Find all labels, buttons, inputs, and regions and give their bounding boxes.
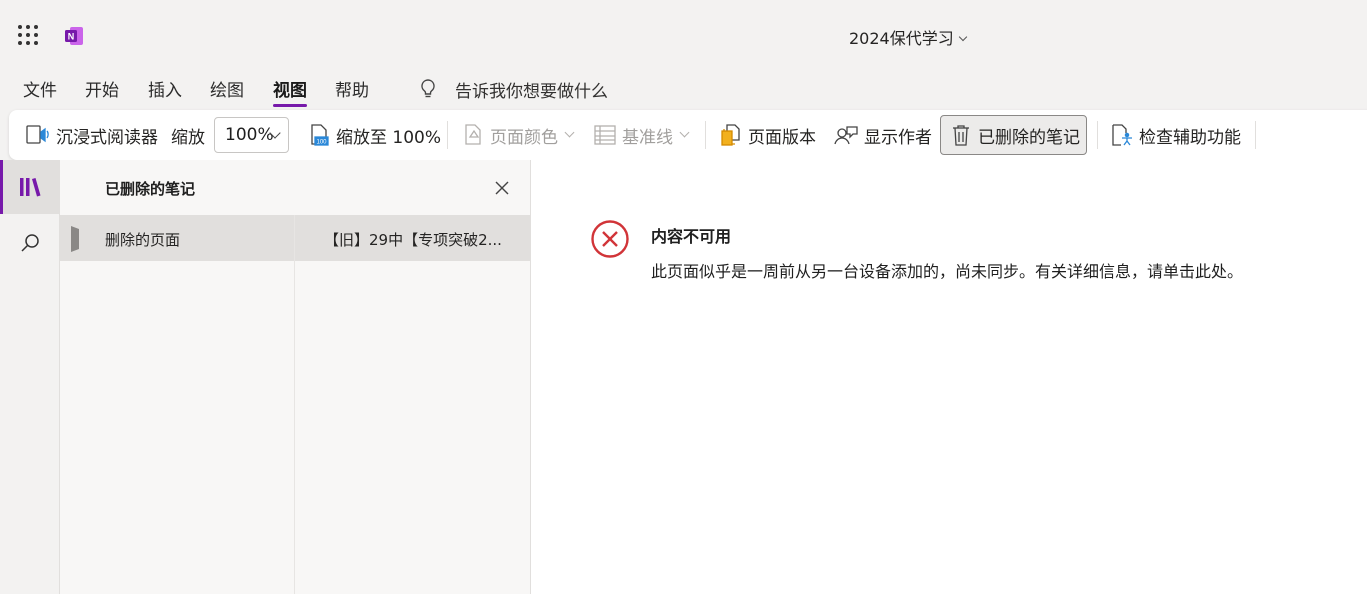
page-versions-button[interactable]: 页面版本 bbox=[719, 110, 816, 160]
tab-help[interactable]: 帮助 bbox=[335, 76, 369, 101]
zoom-select[interactable]: 100% bbox=[214, 117, 289, 153]
page-color-button[interactable]: 页面颜色 bbox=[461, 110, 575, 160]
page-content: 内容不可用 此页面似乎是一周前从另一台设备添加的，尚未同步。有关详细信息，请单击… bbox=[531, 160, 1367, 594]
rule-lines-icon bbox=[594, 125, 616, 145]
search-icon bbox=[21, 234, 39, 252]
deleted-page-item[interactable]: 【旧】29中【专项突破2... bbox=[295, 215, 531, 261]
show-authors-label: 显示作者 bbox=[864, 127, 932, 148]
deleted-section-label: 删除的页面 bbox=[105, 231, 181, 249]
tab-insert[interactable]: 插入 bbox=[148, 76, 182, 101]
tab-home[interactable]: 开始 bbox=[85, 76, 119, 101]
tell-me-box[interactable]: 告诉我你想要做什么 bbox=[418, 77, 608, 102]
zoom-100-icon: 100 bbox=[311, 124, 329, 146]
tell-me-text: 告诉我你想要做什么 bbox=[455, 82, 608, 102]
column-divider bbox=[294, 215, 295, 594]
show-authors-icon bbox=[834, 126, 858, 145]
ribbon-divider bbox=[447, 121, 448, 149]
page-versions-label: 页面版本 bbox=[748, 127, 816, 148]
close-icon[interactable] bbox=[492, 178, 512, 198]
ribbon-divider bbox=[705, 121, 706, 149]
zoom-100-button[interactable]: 100 缩放至 100% bbox=[307, 110, 441, 160]
chevron-down-icon bbox=[564, 127, 575, 137]
tab-view[interactable]: 视图 bbox=[273, 76, 307, 107]
svg-text:N: N bbox=[68, 32, 75, 42]
onenote-logo-icon: N bbox=[65, 27, 83, 45]
ribbon-divider bbox=[1255, 121, 1256, 149]
navigation-rail bbox=[0, 160, 60, 594]
immersive-reader-icon bbox=[26, 125, 49, 144]
ribbon: 沉浸式阅读器 缩放 100% 100 缩放至 100% 页面颜色 基准线 页面版… bbox=[9, 110, 1367, 160]
zoom-label: 缩放 bbox=[171, 127, 205, 148]
notebooks-nav-button[interactable] bbox=[0, 160, 60, 214]
rule-lines-button[interactable]: 基准线 bbox=[593, 110, 690, 160]
accessibility-icon bbox=[1112, 124, 1132, 146]
page-versions-icon bbox=[721, 124, 740, 146]
error-title: 内容不可用 bbox=[651, 227, 732, 246]
apps-icon[interactable] bbox=[18, 25, 38, 45]
rule-lines-label: 基准线 bbox=[622, 127, 673, 148]
show-authors-button[interactable]: 显示作者 bbox=[833, 110, 932, 160]
ribbon-divider bbox=[1097, 121, 1098, 149]
accessibility-label: 检查辅助功能 bbox=[1139, 127, 1241, 148]
deleted-notes-label: 已删除的笔记 bbox=[978, 127, 1080, 148]
title-bar: N 2024保代学习 bbox=[0, 0, 1367, 64]
notebooks-icon bbox=[20, 178, 41, 197]
notebook-title-text: 2024保代学习 bbox=[849, 29, 954, 48]
deleted-notes-pane: 已删除的笔记 删除的页面 【旧】29中【专项突破2... bbox=[60, 160, 531, 594]
accessibility-button[interactable]: 检查辅助功能 bbox=[1110, 110, 1241, 160]
deleted-section-item[interactable]: 删除的页面 bbox=[60, 215, 294, 261]
section-tab-icon bbox=[71, 226, 79, 252]
immersive-reader-label: 沉浸式阅读器 bbox=[56, 127, 158, 148]
zoom-100-label: 缩放至 100% bbox=[336, 127, 442, 148]
chevron-down-icon bbox=[679, 127, 690, 137]
menu-bar: 文件 开始 插入 绘图 视图 帮助 告诉我你想要做什么 bbox=[0, 68, 1367, 108]
immersive-reader-button[interactable]: 沉浸式阅读器 bbox=[25, 110, 158, 160]
search-nav-button[interactable] bbox=[0, 216, 60, 270]
zoom-value: 100% bbox=[225, 125, 274, 145]
page-color-label: 页面颜色 bbox=[490, 127, 558, 148]
lightbulb-icon bbox=[421, 79, 435, 98]
error-circle-icon bbox=[591, 220, 629, 258]
tab-draw[interactable]: 绘图 bbox=[210, 76, 244, 101]
tab-file[interactable]: 文件 bbox=[23, 76, 57, 101]
trash-icon bbox=[953, 125, 969, 146]
chevron-down-icon bbox=[958, 32, 967, 42]
svg-text:100: 100 bbox=[316, 140, 327, 146]
pane-title: 已删除的笔记 bbox=[105, 180, 196, 198]
notebook-title[interactable]: 2024保代学习 bbox=[849, 25, 967, 49]
page-color-icon bbox=[465, 124, 481, 145]
error-message-link[interactable]: 此页面似乎是一周前从另一台设备添加的，尚未同步。有关详细信息，请单击此处。 bbox=[651, 258, 1243, 282]
deleted-page-label: 【旧】29中【专项突破2... bbox=[324, 231, 502, 249]
deleted-notes-button[interactable]: 已删除的笔记 bbox=[940, 115, 1087, 155]
